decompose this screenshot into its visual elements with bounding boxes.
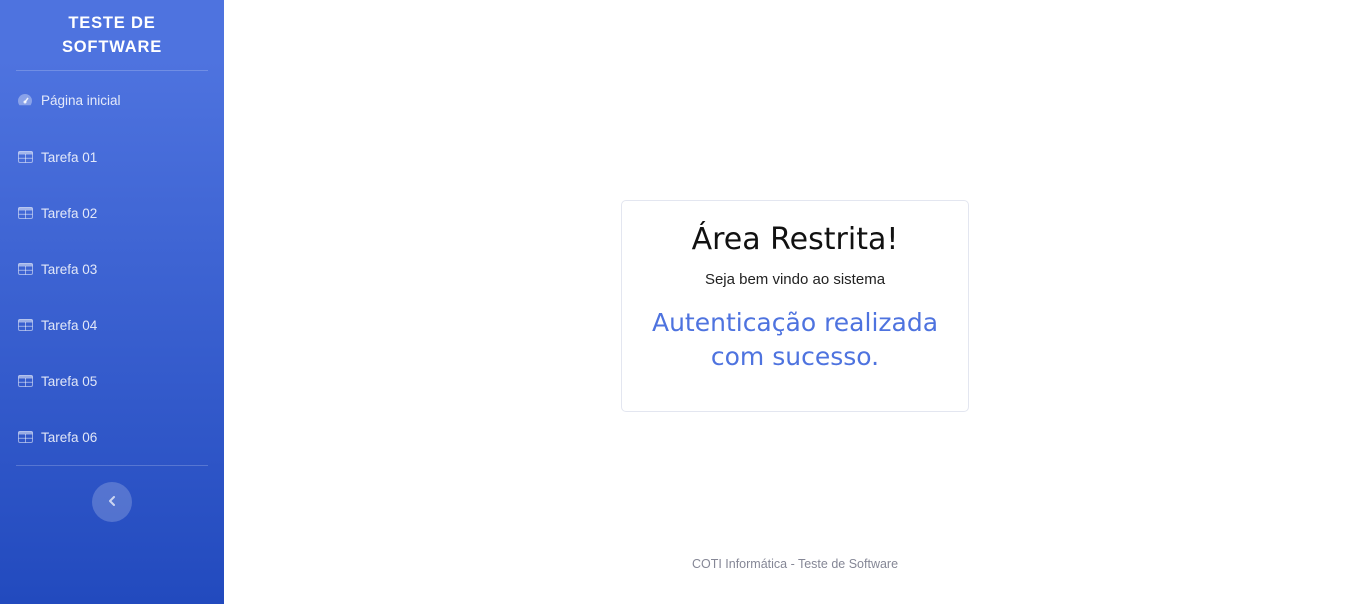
sidebar-toggle-button[interactable] bbox=[92, 482, 132, 522]
table-icon bbox=[17, 262, 33, 276]
sidebar: TESTE DE SOFTWARE Página inicial Tarefa … bbox=[0, 0, 224, 604]
sidebar-item-tarefa-01[interactable]: Tarefa 01 bbox=[0, 129, 224, 185]
table-icon bbox=[17, 374, 33, 388]
card-title: Área Restrita! bbox=[691, 222, 899, 257]
tachometer-icon bbox=[17, 93, 33, 107]
table-icon bbox=[17, 430, 33, 444]
sidebar-item-label: Tarefa 01 bbox=[41, 149, 98, 165]
brand-line-1: TESTE DE bbox=[68, 14, 156, 32]
table-icon bbox=[17, 206, 33, 220]
brand-line-2: SOFTWARE bbox=[61, 38, 163, 56]
sidebar-item-tarefa-04[interactable]: Tarefa 04 bbox=[0, 297, 224, 353]
footer-text: COTI Informática - Teste de Software bbox=[691, 557, 899, 571]
sidebar-item-tarefa-02[interactable]: Tarefa 02 bbox=[0, 185, 224, 241]
table-icon bbox=[17, 318, 33, 332]
card-subtitle: Seja bem vindo ao sistema bbox=[704, 271, 886, 288]
sidebar-item-label: Tarefa 06 bbox=[41, 429, 98, 445]
app-layout: TESTE DE SOFTWARE Página inicial Tarefa … bbox=[0, 0, 1366, 604]
sidebar-brand[interactable]: TESTE DE SOFTWARE bbox=[0, 0, 224, 70]
chevron-left-icon bbox=[108, 493, 116, 511]
table-icon bbox=[17, 150, 33, 164]
sidebar-item-label: Tarefa 02 bbox=[41, 205, 98, 221]
main-content: Área Restrita! Seja bem vindo ao sistema… bbox=[224, 0, 1366, 604]
welcome-card: Área Restrita! Seja bem vindo ao sistema… bbox=[621, 200, 969, 412]
sidebar-item-label: Tarefa 05 bbox=[41, 373, 98, 389]
sidebar-divider bbox=[16, 465, 208, 466]
sidebar-item-label: Tarefa 04 bbox=[41, 317, 98, 333]
auth-success-message: Autenticação realizada com sucesso. bbox=[651, 308, 939, 371]
sidebar-item-home[interactable]: Página inicial bbox=[0, 71, 224, 129]
sidebar-item-label: Tarefa 03 bbox=[41, 261, 98, 277]
sidebar-item-label: Página inicial bbox=[41, 92, 121, 108]
sidebar-item-tarefa-05[interactable]: Tarefa 05 bbox=[0, 353, 224, 409]
sidebar-item-tarefa-03[interactable]: Tarefa 03 bbox=[0, 241, 224, 297]
sidebar-toggle-wrap bbox=[0, 482, 224, 522]
sidebar-item-tarefa-06[interactable]: Tarefa 06 bbox=[0, 409, 224, 465]
